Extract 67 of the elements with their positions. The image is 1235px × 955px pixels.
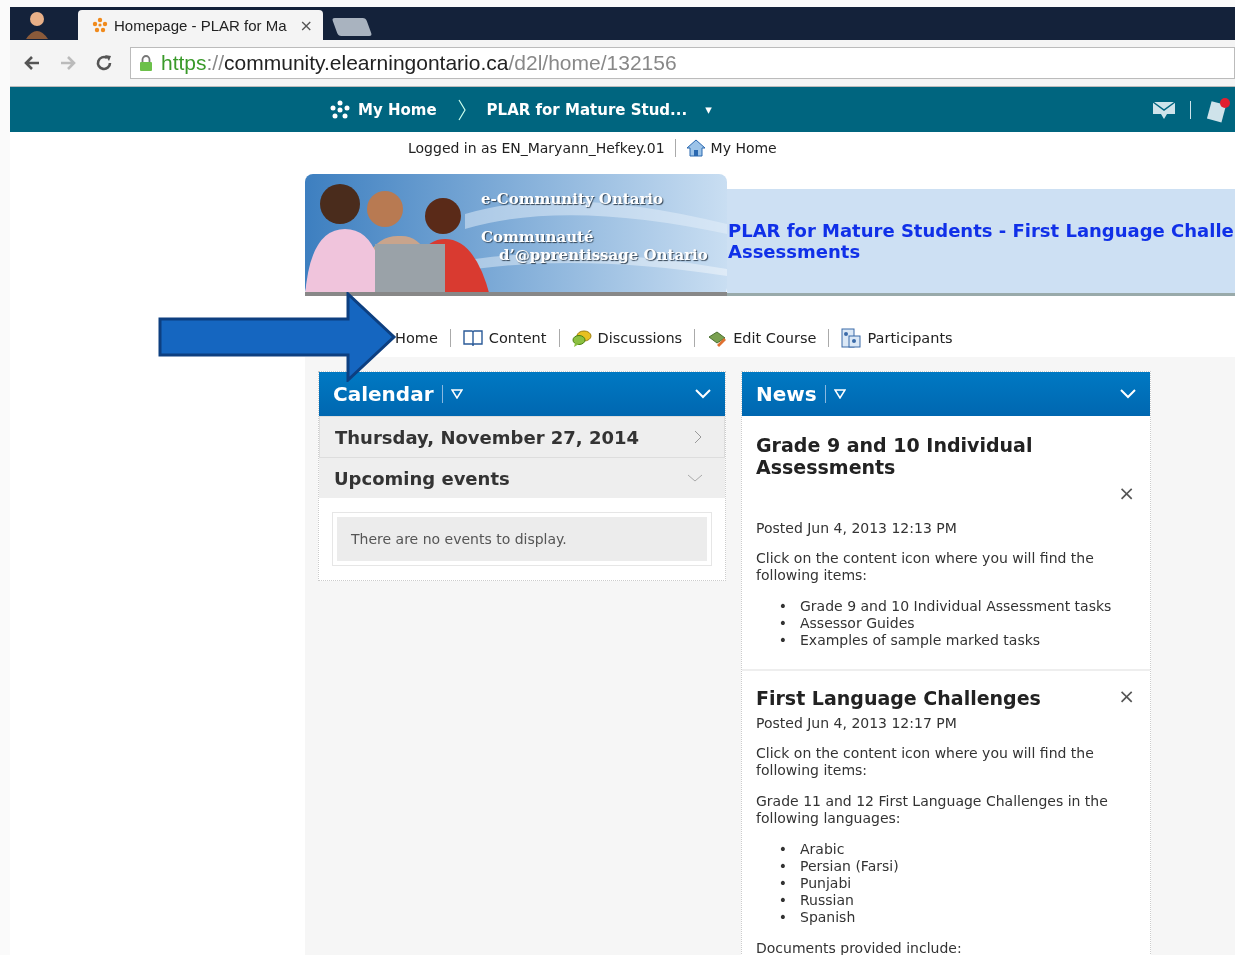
upcoming-events-header[interactable]: Upcoming events xyxy=(319,458,725,498)
browser-tab[interactable]: Homepage - PLAR for Ma × xyxy=(78,10,323,40)
bullet: • xyxy=(778,858,788,875)
house-icon xyxy=(685,138,706,158)
course-nav-link[interactable]: Content xyxy=(462,329,547,347)
roster-icon xyxy=(841,328,862,348)
bullet: • xyxy=(778,841,788,858)
date-row[interactable]: Thursday, November 27, 2014 xyxy=(319,416,725,458)
news-paragraph: Click on the content icon where you will find the following items: xyxy=(756,745,1095,779)
posted-date: Posted Jun 4, 2013 12:13 PM xyxy=(756,520,958,536)
list-item: Punjabi xyxy=(800,875,852,892)
logged-in-text: Logged in as EN_Maryann_Hefkey.01 xyxy=(408,140,665,156)
list-item: Arabic xyxy=(800,841,845,858)
new-tab-button[interactable] xyxy=(331,18,373,36)
list-item: Assessor Guides xyxy=(800,615,915,632)
flower-icon xyxy=(92,17,108,33)
news-title: Grade 9 and 10 Individual Assessments xyxy=(756,434,1034,478)
bullet: • xyxy=(778,909,788,926)
collapse-icon[interactable] xyxy=(1120,389,1136,399)
list-item: Examples of sample marked tasks xyxy=(800,632,1041,649)
news-paragraph: Grade 11 and 12 First Language Challenges in the following languages: xyxy=(756,793,1109,827)
posted-date: Posted Jun 4, 2013 12:17 PM xyxy=(756,715,958,731)
bullet: • xyxy=(778,875,788,892)
course-title: PLAR for Mature Students - First Language Challe xyxy=(728,220,1235,241)
banner-subtitle: Communauté xyxy=(481,228,595,246)
address-bar[interactable]: https://community.elearningontario.ca/d2l/home/132156 xyxy=(130,47,1235,79)
dismiss-button[interactable]: × xyxy=(1118,484,1136,502)
envelope-icon[interactable] xyxy=(1152,99,1176,120)
news-paragraph: Click on the content icon where you will find the following items: xyxy=(756,550,1095,584)
tab-close-button[interactable]: × xyxy=(299,15,313,35)
bullet: • xyxy=(778,598,788,615)
collapse-icon[interactable] xyxy=(695,389,711,399)
dropdown-icon[interactable] xyxy=(833,389,846,399)
my-home-link[interactable]: My Home xyxy=(330,99,437,120)
course-nav-link[interactable]: Discussions xyxy=(571,329,683,347)
widget-title: News xyxy=(756,382,817,406)
flower-icon xyxy=(330,99,350,120)
my-home-link[interactable]: My Home xyxy=(685,138,777,158)
news-paragraph: Documents provided include: xyxy=(756,940,963,955)
bullet: • xyxy=(778,892,788,909)
pencil-icon xyxy=(707,329,728,347)
chevron-down-icon xyxy=(687,474,703,482)
bullet: • xyxy=(778,632,788,649)
course-nav-link[interactable]: Edit Course xyxy=(707,329,817,347)
course-nav-link[interactable]: Participants xyxy=(841,328,953,348)
bullet: • xyxy=(778,615,788,632)
speech-bubbles-icon xyxy=(571,329,592,347)
list-item: Grade 9 and 10 Individual Assessment tasks xyxy=(800,598,1112,615)
news-title: First Language Challenges xyxy=(756,687,1041,709)
banner-subtitle: d’@pprentissage Ontario xyxy=(499,246,708,264)
dropdown-icon[interactable] xyxy=(450,389,463,399)
book-icon xyxy=(462,329,483,347)
list-item: Spanish xyxy=(800,909,856,926)
lock-icon xyxy=(139,54,153,72)
chevron-right-icon xyxy=(456,97,467,122)
course-title: Assessments xyxy=(728,241,862,262)
list-item: Persian (Farsi) xyxy=(800,858,899,875)
dismiss-button[interactable]: × xyxy=(1118,687,1136,705)
banner-title: e-Community Ontario xyxy=(481,190,665,208)
chevron-right-icon xyxy=(694,430,702,444)
reload-icon[interactable] xyxy=(94,53,114,73)
notes-icon[interactable] xyxy=(1205,96,1231,123)
tab-title: Homepage - PLAR for Ma xyxy=(114,16,288,34)
course-nav-link[interactable]: Home xyxy=(395,330,438,346)
widget-title: Calendar xyxy=(333,382,434,406)
list-item: Russian xyxy=(800,892,854,909)
course-selector[interactable]: PLAR for Mature Stud... ▾ xyxy=(486,100,712,119)
